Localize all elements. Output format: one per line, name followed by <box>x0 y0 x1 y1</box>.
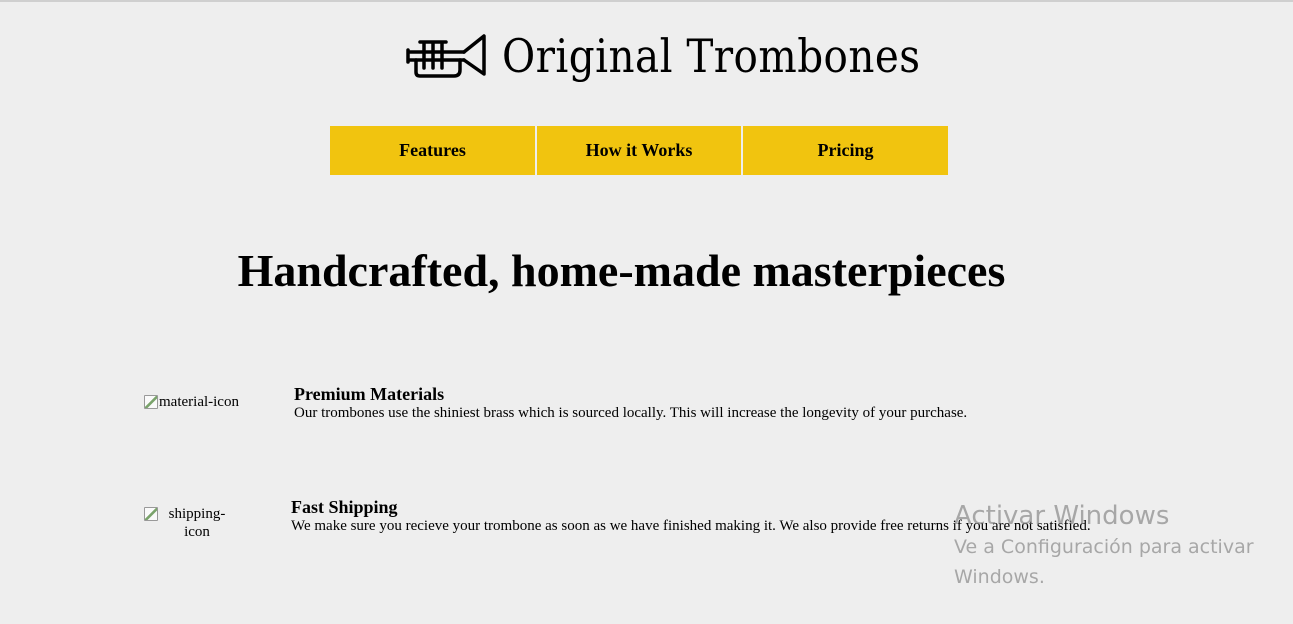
broken-image-icon <box>144 507 158 521</box>
nav-link-pricing[interactable]: Pricing <box>743 126 948 175</box>
trumpet-icon <box>406 34 486 78</box>
feature-body: Fast Shipping We make sure you recieve y… <box>291 497 1091 535</box>
nav-link-features[interactable]: Features <box>330 126 535 175</box>
image-alt-text: shipping-icon <box>168 506 226 540</box>
material-image: material-icon <box>144 393 239 411</box>
brand-logo[interactable]: Original Trombones <box>406 30 978 82</box>
broken-image-icon <box>144 395 158 409</box>
brand-name: Original Trombones <box>502 29 921 83</box>
page-header: Original Trombones <box>0 2 1293 112</box>
feature-item: material-icon Premium Materials Our trom… <box>144 384 1144 424</box>
shipping-image: shipping-icon <box>144 505 236 541</box>
feature-title: Premium Materials <box>294 384 445 404</box>
feature-title: Fast Shipping <box>291 497 398 517</box>
main-nav: Features How it Works Pricing <box>330 126 948 175</box>
hero-title: Handcrafted, home-made masterpieces <box>237 245 1006 296</box>
feature-item: shipping-icon Fast Shipping We make sure… <box>144 497 1144 557</box>
image-alt-text: material-icon <box>159 394 239 410</box>
feature-description: Our trombones use the shiniest brass whi… <box>294 405 968 421</box>
feature-description: We make sure you recieve your trombone a… <box>291 518 1091 534</box>
feature-body: Premium Materials Our trombones use the … <box>294 384 1154 422</box>
nav-link-how-it-works[interactable]: How it Works <box>537 126 741 175</box>
